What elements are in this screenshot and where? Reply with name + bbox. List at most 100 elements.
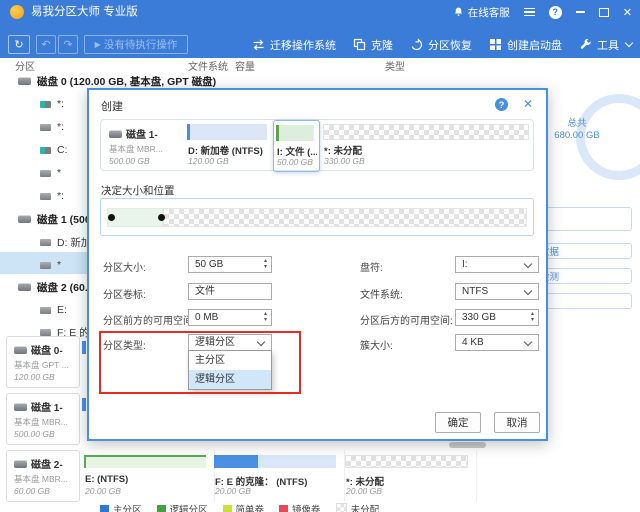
- partition-bar[interactable]: [214, 455, 336, 468]
- dialog-partition-d[interactable]: D: 新加卷 (NTFS) 120.00 GB: [185, 120, 272, 170]
- disk-icon: [14, 346, 27, 354]
- partition-size-value: 50 GB: [195, 259, 223, 270]
- slider-left-handle[interactable]: [108, 214, 115, 221]
- disk-icon: [14, 403, 27, 411]
- disk-icon: [14, 460, 27, 468]
- dialog-close-icon[interactable]: ✕: [523, 97, 533, 111]
- horizontal-scrollbar-thumb[interactable]: [449, 442, 486, 448]
- field-label-volume-label: 分区卷标:: [103, 286, 146, 301]
- tree-item-c-drive[interactable]: C:: [40, 140, 68, 160]
- field-label-cluster-size: 簇大小:: [360, 337, 393, 352]
- dialog-help-icon[interactable]: ?: [495, 98, 508, 111]
- partition-bar: [276, 125, 314, 141]
- tree-item-partition[interactable]: *:: [40, 94, 64, 114]
- partition-icon: [40, 124, 51, 131]
- disk-card-disk2[interactable]: 磁盘 2- 基本盘 MBR... 60.00 GB: [6, 450, 80, 502]
- cluster-size-value: 4 KB: [462, 337, 484, 348]
- redo-button[interactable]: ↷: [58, 35, 78, 54]
- partition-bar-fragment: [82, 341, 86, 354]
- dialog-disk-name: 磁盘 1-: [126, 126, 158, 141]
- cluster-size-select[interactable]: 4 KB: [455, 334, 539, 351]
- partition-icon: [40, 329, 51, 336]
- partition-cell-unallocated[interactable]: *: 未分配 20.00 GB: [345, 450, 477, 502]
- slider-right-handle[interactable]: [158, 214, 165, 221]
- undo-button[interactable]: ↶: [36, 35, 56, 54]
- partition-recovery-button[interactable]: 分区恢复: [410, 37, 472, 53]
- field-label-partition-size: 分区大小:: [103, 259, 146, 274]
- app-window: 易我分区大师 专业版 在线客服 ? ✕ ↻ ↶ ↷ ▶ 没有待执行操作: [0, 0, 640, 512]
- partition-icon: [40, 193, 51, 200]
- dropdown-option-primary[interactable]: 主分区: [189, 351, 271, 370]
- unallocated-bar[interactable]: [345, 455, 468, 468]
- slider-track[interactable]: [107, 208, 527, 227]
- legend-simple: 简单卷: [223, 502, 265, 512]
- tools-menu-button[interactable]: 工具: [579, 37, 632, 53]
- dialog-partition-unallocated[interactable]: *: 未分配 330.00 GB: [321, 120, 533, 170]
- maximize-button[interactable]: [599, 8, 609, 17]
- minimize-button[interactable]: [576, 11, 585, 13]
- drive-letter-select[interactable]: I:: [455, 256, 539, 273]
- dialog-partition-i-selected[interactable]: I: 文件 (... 50.00 GB: [273, 120, 320, 172]
- size-position-slider[interactable]: [100, 198, 534, 236]
- partition-icon: [40, 307, 51, 314]
- toolbar-actions: 迁移操作系统 克隆 分区恢复 创建启动盘: [252, 35, 632, 54]
- pending-operations-button[interactable]: ▶ 没有待执行操作: [84, 35, 188, 54]
- migrate-os-button[interactable]: 迁移操作系统: [252, 37, 336, 53]
- disk-total: 总共 680.00 GB: [548, 118, 606, 142]
- partition-label: *: 未分配: [324, 143, 362, 157]
- support-bell-icon: [453, 6, 464, 18]
- filesystem-select[interactable]: NTFS: [455, 283, 539, 300]
- space-after-input[interactable]: 330 GB ▴▾: [455, 309, 539, 326]
- dialog-disk-type: 基本盘 MBR...: [109, 143, 163, 155]
- app-logo-icon: [10, 5, 24, 19]
- tree-item-selected-partition[interactable]: *: [40, 255, 61, 275]
- space-before-input[interactable]: 0 MB ▴▾: [188, 309, 272, 326]
- legend-logical-swatch: [157, 505, 166, 512]
- online-support-button[interactable]: 在线客服: [453, 5, 510, 20]
- tree-item-partition[interactable]: *: [40, 163, 61, 183]
- slider-unallocated-segment: [163, 208, 527, 227]
- spinner-icon[interactable]: ▴▾: [264, 258, 267, 270]
- dropdown-option-logical[interactable]: 逻辑分区: [189, 370, 271, 389]
- tree-item-label: *:: [57, 190, 64, 202]
- partition-size: 20.00 GB: [215, 486, 251, 496]
- legend: 主分区 逻辑分区 简单卷 镜像卷 未分配: [100, 502, 379, 512]
- ok-button[interactable]: 确定: [435, 412, 481, 433]
- cancel-button[interactable]: 取消: [494, 412, 540, 433]
- play-icon: ▶: [95, 40, 101, 49]
- clone-button[interactable]: 克隆: [353, 37, 393, 53]
- disk-card-name: 磁盘 1-: [31, 399, 63, 414]
- partition-recovery-label: 分区恢复: [428, 37, 472, 53]
- tree-item-e-drive[interactable]: E:: [40, 300, 67, 320]
- column-header-capacity: 容量: [235, 58, 255, 73]
- partition-type-dropdown: 主分区 逻辑分区: [188, 350, 272, 390]
- spinner-icon[interactable]: ▴▾: [264, 311, 267, 323]
- migrate-os-icon: [252, 38, 265, 51]
- partition-type-value: 逻辑分区: [195, 337, 235, 348]
- create-bootdisk-button[interactable]: 创建启动盘: [489, 37, 562, 53]
- volume-label-input[interactable]: 文件: [188, 283, 272, 300]
- disk-card-disk0[interactable]: 磁盘 0- 基本盘 GPT ... 120.00 GB: [6, 336, 80, 388]
- disk-card-size: 120.00 GB: [14, 372, 79, 382]
- chevron-down-icon: [257, 338, 265, 346]
- disk-card-disk1[interactable]: 磁盘 1- 基本盘 MBR... 500.00 GB: [6, 393, 80, 445]
- tree-item-partition[interactable]: *:: [40, 186, 64, 206]
- clone-label: 克隆: [371, 37, 393, 53]
- refresh-button[interactable]: ↻: [8, 35, 30, 54]
- legend-mirror-swatch: [279, 505, 288, 512]
- partition-type-select[interactable]: 逻辑分区: [188, 334, 272, 351]
- tree-item-partition[interactable]: *:: [40, 117, 64, 137]
- dialog-title: 创建: [101, 98, 123, 114]
- close-button[interactable]: ✕: [623, 6, 632, 19]
- partition-cell-f[interactable]: F: E 的克隆： (NTFS) 20.00 GB: [214, 450, 345, 502]
- disk-card-info: 基本盘 MBR...: [14, 416, 79, 428]
- menu-list-icon[interactable]: [524, 8, 535, 17]
- help-icon[interactable]: ?: [549, 6, 562, 19]
- partition-cell-e[interactable]: E: (NTFS) 20.00 GB: [84, 450, 215, 502]
- partition-bar[interactable]: [84, 455, 206, 468]
- partition-size-input[interactable]: 50 GB ▴▾: [188, 256, 272, 273]
- partition-label: E: (NTFS): [85, 474, 128, 485]
- migrate-os-label: 迁移操作系统: [270, 37, 336, 53]
- spinner-icon[interactable]: ▴▾: [531, 311, 534, 323]
- field-label-partition-type: 分区类型:: [103, 337, 146, 352]
